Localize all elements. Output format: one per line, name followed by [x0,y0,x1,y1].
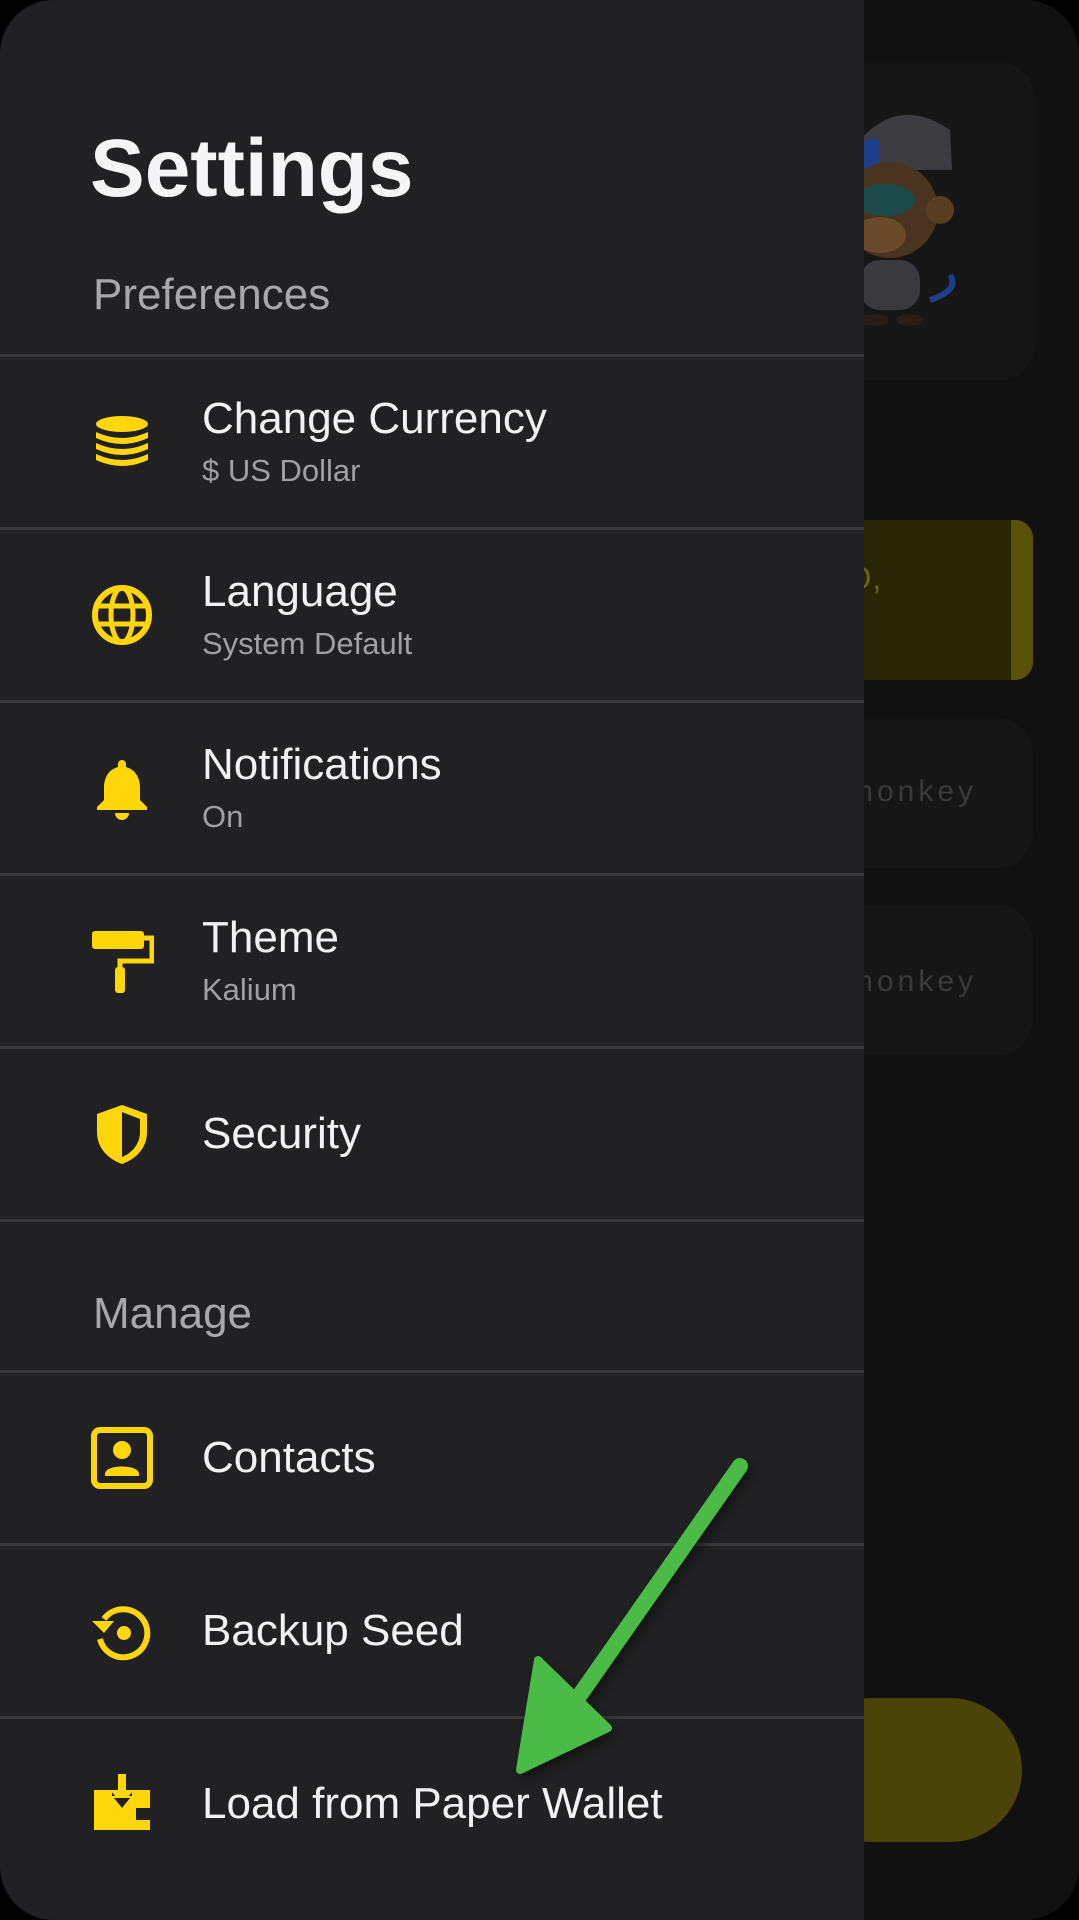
paint-roller-icon [90,929,154,993]
bell-icon [90,756,154,820]
menu-item-change-currency[interactable]: Change Currency $ US Dollar [0,357,864,527]
menu-item-language[interactable]: Language System Default [0,530,864,700]
menu-item-subtitle: $ US Dollar [202,453,361,488]
app-frame: ANO, monkey monkey Settings Preferences … [0,0,1079,1920]
menu-item-title: Security [202,1109,361,1158]
menu-item-load-paper-wallet[interactable]: Load from Paper Wallet [0,1719,864,1889]
menu-item-notifications[interactable]: Notifications On [0,703,864,873]
background-row-text: monkey [848,965,978,998]
menu-item-theme[interactable]: Theme Kalium [0,876,864,1046]
coins-stack-icon [90,410,154,474]
menu-item-title: Backup Seed [202,1606,464,1655]
menu-item-subtitle: System Default [202,626,413,661]
divider [0,1219,864,1222]
menu-item-backup-seed[interactable]: Backup Seed [0,1546,864,1716]
page-title: Settings [90,123,414,214]
settings-drawer: Settings Preferences Change Currency $ U… [0,0,864,1920]
section-label-manage: Manage [93,1289,253,1338]
backup-restore-icon [90,1599,154,1663]
menu-item-title: Language [202,567,398,616]
contact-card-icon [90,1426,154,1490]
menu-item-title: Notifications [202,740,442,789]
menu-item-security[interactable]: Security [0,1049,864,1219]
background-banner-accent [1011,520,1033,680]
menu-item-title: Change Currency [202,394,547,443]
shield-icon [90,1102,154,1166]
background-row-text: monkey [848,775,978,808]
menu-item-title: Theme [202,913,339,962]
menu-item-title: Contacts [202,1433,376,1482]
menu-item-title: Load from Paper Wallet [202,1779,663,1828]
download-wallet-icon [90,1772,154,1836]
menu-item-contacts[interactable]: Contacts [0,1373,864,1543]
menu-item-subtitle: Kalium [202,972,297,1007]
menu-item-subtitle: On [202,799,244,834]
section-label-preferences: Preferences [93,270,331,319]
globe-icon [90,583,154,647]
